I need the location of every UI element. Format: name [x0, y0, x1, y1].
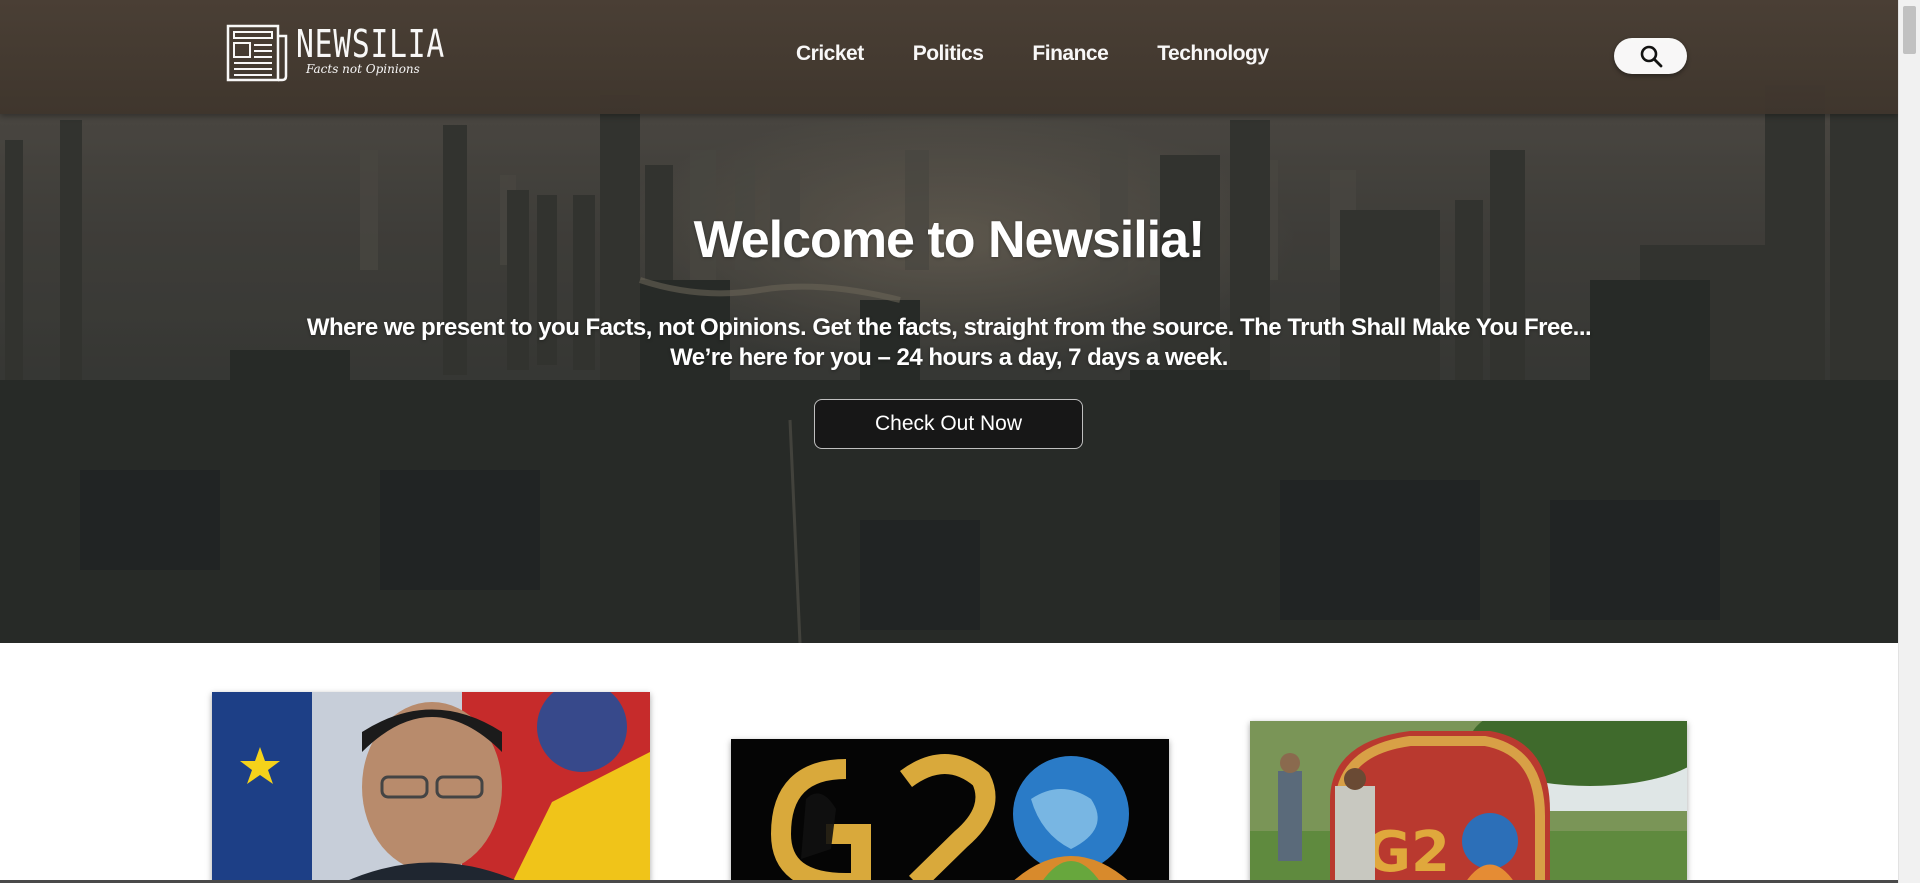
logo-tagline: Facts not Opinions — [306, 62, 420, 76]
politician-portrait-image — [212, 692, 650, 883]
news-card-3[interactable]: G2 — [1250, 721, 1687, 883]
nav-link-finance[interactable]: Finance — [1032, 42, 1108, 66]
g20-logo-image — [731, 739, 1169, 883]
check-out-now-button[interactable]: Check Out Now — [814, 399, 1083, 449]
g20-outdoor-sign-image: G2 — [1250, 721, 1687, 883]
nav-link-cricket[interactable]: Cricket — [796, 42, 864, 66]
news-card-2[interactable] — [731, 739, 1169, 883]
site-logo[interactable]: NEWSILIA Facts not Opinions — [226, 22, 444, 82]
newspaper-icon — [226, 24, 288, 82]
svg-text:G2: G2 — [1365, 820, 1450, 883]
hero-subtitle-line-1: Where we present to you Facts, not Opini… — [306, 314, 1592, 341]
hero-title: Welcome to Newsilia! — [693, 211, 1206, 269]
nav-link-politics[interactable]: Politics — [913, 42, 984, 66]
search-button[interactable] — [1614, 38, 1687, 74]
news-card-1[interactable] — [212, 692, 650, 883]
hero-subtitle-line-2: We’re here for you – 24 hours a day, 7 d… — [670, 344, 1228, 371]
main-nav: Cricket Politics Finance Technology — [796, 42, 1318, 66]
scrollbar-thumb[interactable] — [1903, 6, 1916, 54]
page: Welcome to Newsilia! Where we present to… — [0, 0, 1920, 883]
vertical-scrollbar[interactable] — [1898, 0, 1920, 883]
hero-subtitle: Where we present to you Facts, not Opini… — [0, 313, 1898, 373]
logo-wordmark: NEWSILIA — [296, 22, 446, 66]
top-navbar: NEWSILIA Facts not Opinions Cricket Poli… — [0, 0, 1898, 114]
search-icon — [1640, 45, 1662, 68]
nav-link-technology[interactable]: Technology — [1157, 42, 1269, 66]
